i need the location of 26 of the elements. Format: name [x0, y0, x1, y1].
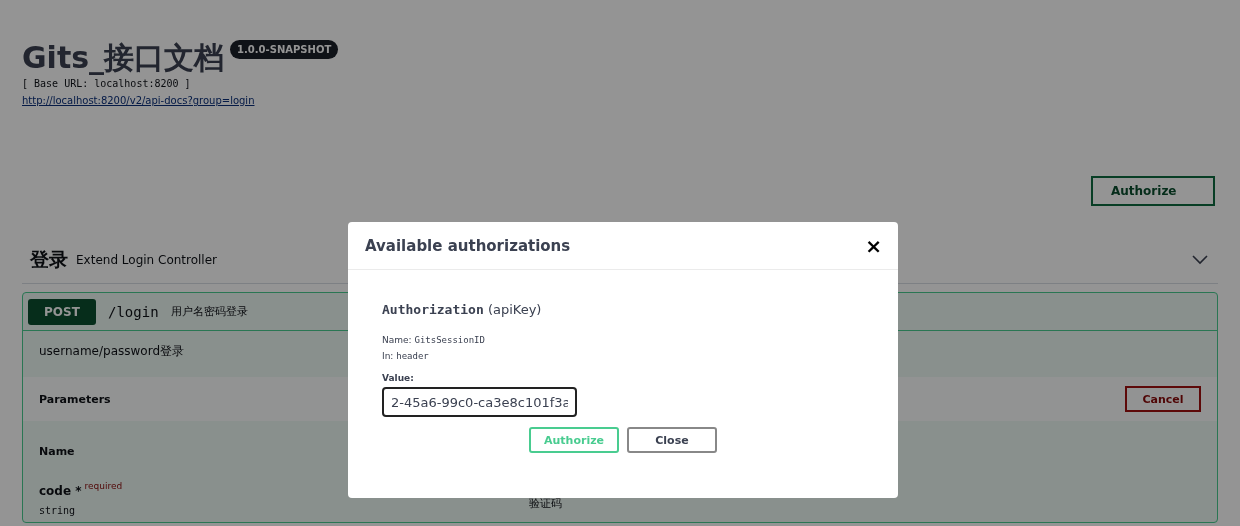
- required-label: required: [84, 480, 123, 491]
- close-button[interactable]: Close: [627, 427, 717, 453]
- parameter-type: string: [39, 505, 76, 516]
- endpoint-summary: 用户名密码登录: [170, 304, 248, 319]
- parameters-title: Parameters: [39, 392, 111, 406]
- scheme-name: Name: GitsSessionID: [382, 335, 486, 345]
- parameter-description: 验证码: [529, 497, 562, 510]
- version-badge: 1.0.0-SNAPSHOT: [230, 40, 339, 59]
- parameter-name: code *: [39, 484, 82, 498]
- scheme-title: Authorization (apiKey): [382, 302, 543, 317]
- cancel-button[interactable]: Cancel: [1125, 386, 1201, 412]
- chevron-icon[interactable]: [1192, 254, 1208, 265]
- api-docs-link[interactable]: http://localhost:8200/v2/api-docs?group=login: [22, 95, 255, 106]
- value-label: Value:: [382, 373, 415, 383]
- endpoint-description: username/password登录: [39, 344, 184, 358]
- scheme-location: In: header: [382, 351, 430, 361]
- close-button[interactable]: ×: [861, 233, 886, 258]
- dialog-title: Available authorizations: [365, 236, 571, 255]
- base-url: [ Base URL: localhost:8200 ]: [22, 78, 192, 89]
- authorize-button[interactable]: Authorize: [1091, 176, 1215, 206]
- endpoint-path: /login: [108, 303, 159, 320]
- column-header: Name: [39, 445, 76, 458]
- api-title: Gits_接口文档: [22, 39, 225, 77]
- section-description: Extend Login Controller: [76, 252, 219, 267]
- method-badge: POST: [28, 298, 96, 325]
- section-name: 登录: [30, 246, 68, 272]
